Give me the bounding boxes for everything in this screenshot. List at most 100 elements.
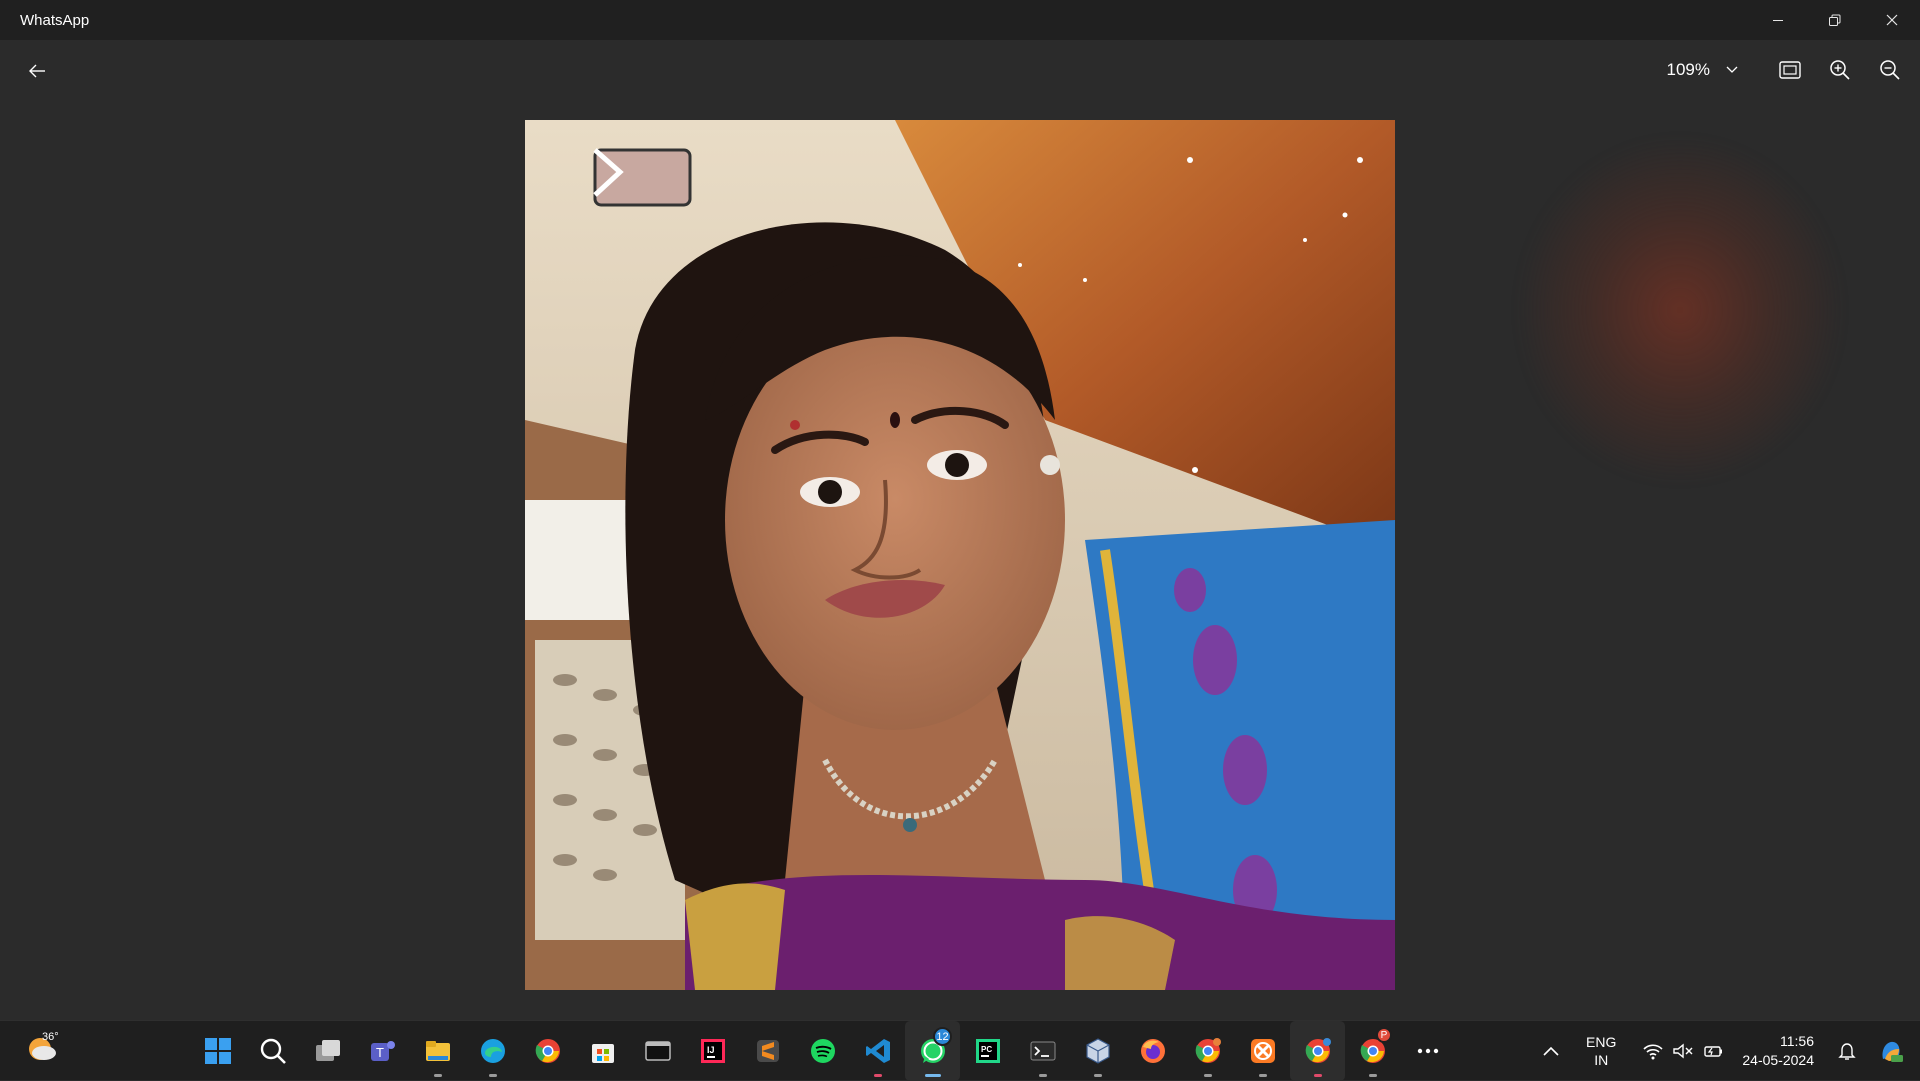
input-language-indicator[interactable]: ENG IN (1586, 1033, 1616, 1069)
running-indicator (1368, 1074, 1377, 1077)
clock-time: 11:56 (1780, 1033, 1814, 1049)
search-icon (260, 1038, 286, 1064)
battery-status[interactable] (1698, 1036, 1728, 1066)
window-titlebar: WhatsApp (0, 0, 1920, 40)
running-indicator (873, 1074, 882, 1077)
window-controls (1749, 0, 1920, 40)
firefox-icon (1140, 1039, 1165, 1063)
taskbar-sublime-text[interactable] (740, 1021, 795, 1081)
vscode-icon (865, 1039, 890, 1063)
clock-date: 24-05-2024 (1742, 1052, 1814, 1068)
portrait-photo-illustration (525, 120, 1395, 990)
sublime-icon (756, 1040, 779, 1062)
weather-temperature: 36° (42, 1031, 59, 1043)
task-view-button[interactable] (300, 1021, 355, 1081)
chrome-icon (1195, 1038, 1221, 1063)
minimize-icon (1772, 20, 1783, 21)
taskbar-firefox[interactable] (1125, 1021, 1180, 1081)
taskbar-chrome-profile-3[interactable]: P (1345, 1021, 1400, 1081)
whatsapp-unread-badge: 12 (933, 1027, 952, 1046)
running-indicator (1203, 1074, 1212, 1077)
taskbar-xampp[interactable] (1235, 1021, 1290, 1081)
zoom-dropdown-button[interactable] (1720, 58, 1744, 82)
pycharm-icon: PC (975, 1039, 1000, 1063)
taskbar-chrome[interactable] (520, 1021, 575, 1081)
start-button[interactable] (190, 1021, 245, 1081)
taskbar-microsoft-store[interactable] (575, 1021, 630, 1081)
taskbar-virtualbox[interactable] (1070, 1021, 1125, 1081)
window-app-icon (644, 1041, 671, 1061)
taskbar-spotify[interactable] (795, 1021, 850, 1081)
notifications-button[interactable] (1832, 1036, 1862, 1066)
taskbar-edge[interactable] (465, 1021, 520, 1081)
battery-charging-icon (1704, 1046, 1723, 1057)
zoom-out-button[interactable] (1870, 50, 1910, 90)
weather-widget[interactable]: 36° (24, 1031, 64, 1069)
more-dots-icon (1417, 1048, 1438, 1054)
running-indicator (488, 1074, 497, 1077)
taskbar-pycharm[interactable]: PC (960, 1021, 1015, 1081)
notification-bell-icon (1838, 1043, 1856, 1060)
taskbar-intellij[interactable]: IJ (685, 1021, 740, 1081)
window-title: WhatsApp (20, 11, 90, 29)
arrow-left-icon (29, 64, 45, 78)
terminal-icon (1030, 1041, 1055, 1061)
close-button[interactable] (1863, 0, 1920, 40)
copilot-button[interactable] (1876, 1036, 1906, 1066)
show-hidden-icons-button[interactable] (1536, 1036, 1566, 1066)
running-indicator (1258, 1074, 1267, 1077)
zoom-in-button[interactable] (1820, 50, 1860, 90)
task-view-icon (315, 1040, 340, 1061)
store-icon (591, 1044, 614, 1063)
taskbar-chrome-profile[interactable] (1180, 1021, 1235, 1081)
restore-button[interactable] (1806, 0, 1863, 40)
taskbar-app-list: T IJ 12 PC P (190, 1021, 1455, 1081)
chrome-icon (535, 1039, 560, 1063)
chevron-up-icon (1543, 1046, 1559, 1056)
windows-taskbar: 36° T IJ 12 PC P ENG IN 11:56 24-05-2024 (0, 1020, 1920, 1081)
media-viewer-toolbar: 109% (0, 40, 1920, 100)
taskbar-chrome-profile-2[interactable] (1290, 1021, 1345, 1081)
teams-icon: T (370, 1041, 395, 1061)
xampp-icon (1250, 1039, 1275, 1063)
running-indicator (924, 1074, 941, 1077)
taskbar-clock[interactable]: 11:56 24-05-2024 (1742, 1032, 1814, 1070)
volume-status[interactable] (1668, 1036, 1698, 1066)
wifi-status[interactable] (1638, 1036, 1668, 1066)
running-indicator (1313, 1074, 1322, 1077)
chevron-down-icon (1726, 66, 1738, 73)
taskbar-whatsapp[interactable]: 12 (905, 1021, 960, 1081)
taskbar-teams[interactable]: T (355, 1021, 410, 1081)
taskbar-file-explorer[interactable] (410, 1021, 465, 1081)
fit-to-screen-button[interactable] (1770, 50, 1810, 90)
chrome-profile-badge: P (1376, 1027, 1392, 1043)
search-button[interactable] (245, 1021, 300, 1081)
chrome-icon (1305, 1038, 1331, 1063)
viewed-photo[interactable] (525, 120, 1395, 990)
back-button[interactable] (22, 56, 52, 86)
system-tray: ENG IN 11:56 24-05-2024 (1536, 1021, 1920, 1081)
language-code: ENG (1586, 1034, 1617, 1050)
zoom-controls: 109% (1667, 40, 1920, 100)
taskbar-command-prompt[interactable] (1015, 1021, 1070, 1081)
taskbar-terminal-window[interactable] (630, 1021, 685, 1081)
minimize-button[interactable] (1749, 0, 1806, 40)
edge-icon (480, 1039, 505, 1063)
region-code: IN (1594, 1052, 1609, 1068)
running-indicator (1093, 1074, 1102, 1077)
taskbar-overflow-button[interactable] (1400, 1021, 1455, 1081)
copilot-icon (1882, 1041, 1903, 1062)
zoom-in-icon (1830, 60, 1850, 80)
speaker-muted-icon (1673, 1043, 1693, 1059)
close-icon (1886, 14, 1897, 26)
running-indicator (433, 1074, 442, 1077)
svg-text:PC: PC (981, 1045, 992, 1054)
image-stage (0, 100, 1920, 1020)
taskbar-vscode[interactable] (850, 1021, 905, 1081)
running-indicator (1038, 1074, 1047, 1077)
svg-text:T: T (376, 1045, 384, 1060)
svg-text:IJ: IJ (707, 1045, 715, 1055)
restore-icon (1829, 14, 1841, 26)
fit-screen-icon (1779, 61, 1801, 79)
windows-logo-icon (204, 1038, 231, 1064)
